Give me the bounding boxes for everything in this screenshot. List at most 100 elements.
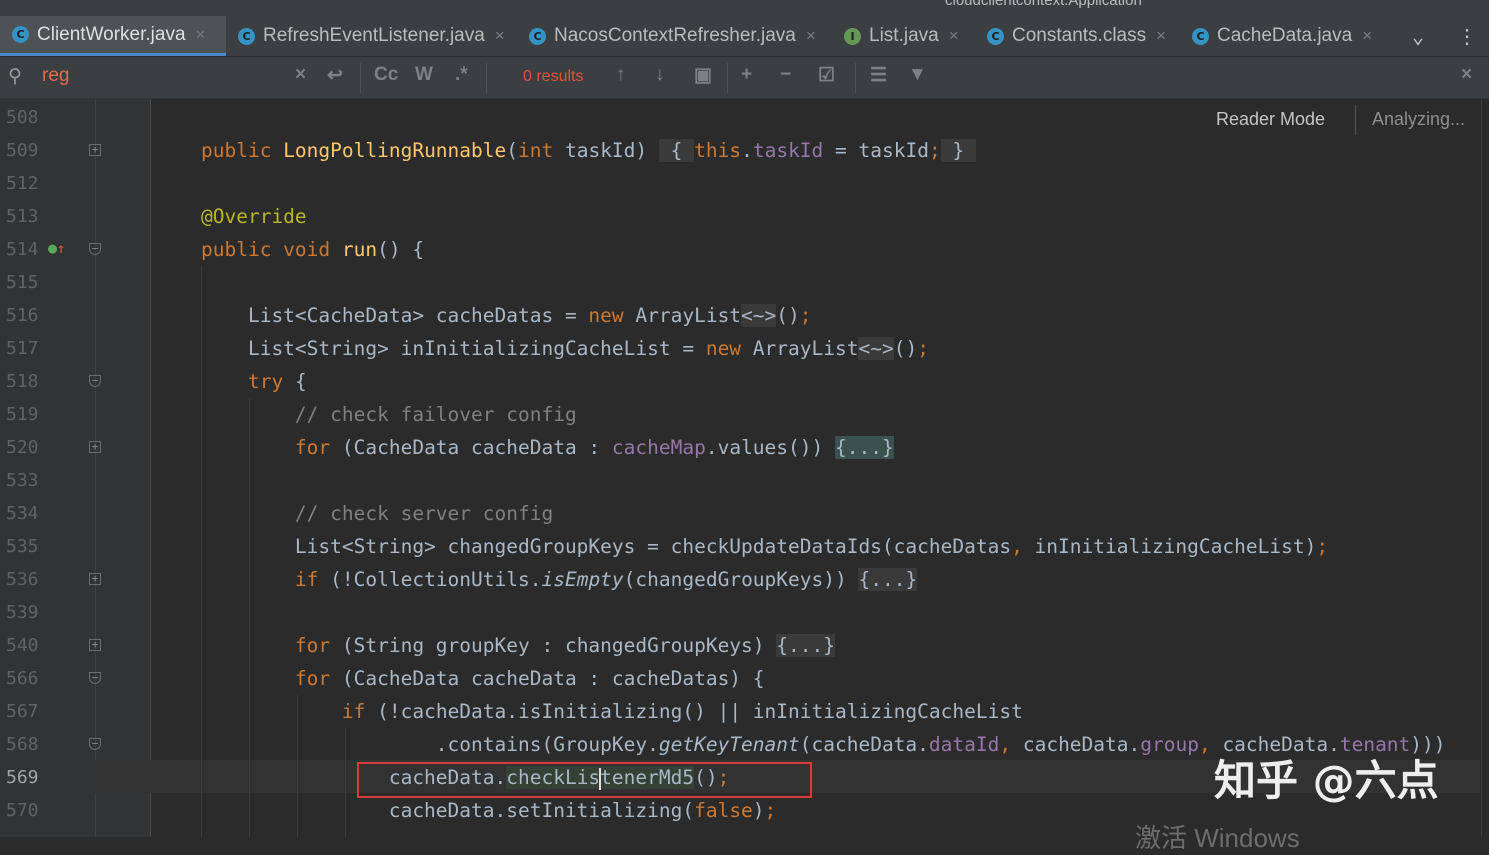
code-line-570: cacheData.setInitializing(false);: [201, 799, 777, 822]
code-line-509: public LongPollingRunnable(int taskId) {…: [201, 139, 976, 162]
class-icon: C: [529, 27, 546, 45]
line-number-current: 569: [6, 767, 39, 788]
tab-label: ClientWorker.java: [37, 23, 186, 45]
results-count: 0 results: [523, 68, 584, 85]
tab-label: RefreshEventListener.java: [263, 25, 485, 46]
line-number: 535: [6, 536, 39, 557]
tab-nacoscontextrefresher[interactable]: C NacosContextRefresher.java ×: [517, 16, 816, 56]
tab-label: List.java: [869, 25, 939, 46]
fold-collapse-icon[interactable]: −: [89, 375, 101, 387]
close-icon[interactable]: ×: [1156, 26, 1166, 46]
line-number: 520: [6, 437, 39, 458]
more-vertical-icon[interactable]: ⋮: [1457, 16, 1477, 56]
class-icon: C: [987, 27, 1004, 45]
line-number: 517: [6, 338, 39, 359]
tab-list[interactable]: I List.java ×: [832, 16, 959, 56]
line-number: 514: [6, 239, 39, 260]
code-line-517: List<String> inInitializingCacheList = n…: [201, 337, 929, 360]
code-line-534: // check server config: [294, 502, 554, 525]
reader-mode-button[interactable]: Reader Mode: [1216, 109, 1325, 130]
new-line-icon[interactable]: ↩: [327, 64, 343, 87]
words-toggle[interactable]: W: [415, 64, 433, 86]
line-number: 539: [6, 602, 39, 623]
arrow-down-icon[interactable]: ↓: [655, 64, 665, 86]
class-icon: C: [1192, 27, 1209, 45]
line-number: 566: [6, 668, 39, 689]
tab-label: NacosContextRefresher.java: [554, 25, 796, 46]
code-line-516: List<CacheData> cacheDatas = new ArrayLi…: [201, 304, 812, 327]
code-line-513: @Override: [201, 205, 307, 228]
line-number: 570: [6, 800, 39, 821]
line-number-gutter: 508 509 512 513 514 515 516 517 518 519 …: [0, 99, 151, 837]
line-number: 513: [6, 206, 39, 227]
fold-expand-icon[interactable]: +: [89, 144, 101, 156]
close-icon[interactable]: ×: [949, 26, 959, 46]
line-number: 519: [6, 404, 39, 425]
code-line-536: if (!CollectionUtils.isEmpty(changedGrou…: [294, 568, 918, 591]
fold-expand-icon[interactable]: +: [89, 441, 101, 453]
line-number: 567: [6, 701, 39, 722]
filter-options-icon[interactable]: ☰: [870, 64, 887, 87]
line-number: 515: [6, 272, 39, 293]
line-number: 508: [6, 107, 39, 128]
close-icon[interactable]: ×: [806, 26, 816, 46]
fold-expand-icon[interactable]: +: [89, 639, 101, 651]
zhihu-watermark: 知乎 @六点: [1214, 756, 1439, 805]
line-number: 536: [6, 569, 39, 590]
code-line-520: for (CacheData cacheData : cacheMap.valu…: [294, 436, 894, 459]
implements-icon[interactable]: ●↑: [48, 239, 65, 257]
chevron-down-icon[interactable]: ⌄: [1412, 16, 1424, 56]
tab-cachedata[interactable]: C CacheData.java ×: [1180, 16, 1372, 56]
tab-label: Constants.class: [1012, 25, 1147, 46]
tab-refresheventlistener[interactable]: C RefreshEventListener.java ×: [226, 16, 505, 56]
close-find-icon[interactable]: ×: [1461, 64, 1472, 86]
line-number: 516: [6, 305, 39, 326]
scrollbar[interactable]: [1481, 99, 1489, 837]
filter-icon[interactable]: ▼: [908, 64, 927, 86]
line-number: 534: [6, 503, 39, 524]
interface-icon: I: [844, 27, 861, 45]
close-icon[interactable]: ×: [1362, 26, 1372, 46]
fold-collapse-icon[interactable]: −: [89, 243, 101, 255]
code-line-519: // check failover config: [294, 403, 577, 426]
code-line-514: public void run() {: [201, 238, 425, 261]
fold-expand-icon[interactable]: +: [89, 573, 101, 585]
arrow-up-icon[interactable]: ↑: [616, 64, 626, 86]
search-input[interactable]: reg: [42, 65, 69, 87]
code-line-535: List<String> changedGroupKeys = checkUpd…: [201, 535, 1329, 558]
match-case-toggle[interactable]: Cc: [374, 64, 398, 86]
highlight-box: [357, 762, 812, 798]
class-icon: C: [12, 26, 29, 43]
close-icon[interactable]: ×: [196, 25, 206, 45]
line-number: 509: [6, 140, 39, 161]
regex-toggle[interactable]: .*: [455, 64, 468, 86]
top-toolbar-strip: cloudclientcontext.Application: [0, 0, 1489, 16]
select-occurrences-icon[interactable]: ☑: [818, 64, 835, 87]
editor-tab-bar: C ClientWorker.java × C RefreshEventList…: [0, 16, 1489, 57]
fold-collapse-icon[interactable]: −: [89, 672, 101, 684]
code-editor[interactable]: public LongPollingRunnable(int taskId) {…: [95, 99, 1481, 837]
line-number: 518: [6, 371, 39, 392]
run-config-label[interactable]: cloudclientcontext.Application: [945, 0, 1142, 9]
fold-collapse-icon[interactable]: −: [89, 738, 101, 750]
tab-label: CacheData.java: [1217, 25, 1353, 46]
search-icon[interactable]: ⚲: [8, 65, 22, 87]
tab-clientworker[interactable]: C ClientWorker.java ×: [0, 16, 226, 56]
line-number: 533: [6, 470, 39, 491]
analysis-status: Analyzing...: [1372, 109, 1466, 129]
line-number: 540: [6, 635, 39, 656]
code-line-566: for (CacheData cacheData : cacheDatas) {: [294, 667, 765, 690]
close-icon[interactable]: ×: [495, 26, 505, 46]
class-icon: C: [238, 27, 255, 45]
tab-constants[interactable]: C Constants.class ×: [975, 16, 1166, 56]
select-all-icon[interactable]: ▣: [694, 64, 712, 87]
remove-occurrence-icon[interactable]: −: [780, 64, 791, 86]
find-bar: ⚲ reg × ↩ Cc W .* 0 results ↑ ↓ ▣ + − ☑ …: [0, 57, 1489, 99]
line-number: 512: [6, 173, 39, 194]
clear-icon[interactable]: ×: [295, 64, 306, 86]
line-number: 568: [6, 734, 39, 755]
code-line-567: if (!cacheData.isInitializing() || inIni…: [341, 700, 1023, 723]
add-occurrence-icon[interactable]: +: [741, 64, 752, 86]
code-line-518: try {: [247, 370, 307, 393]
code-line-540: for (String groupKey : changedGroupKeys)…: [294, 634, 835, 657]
